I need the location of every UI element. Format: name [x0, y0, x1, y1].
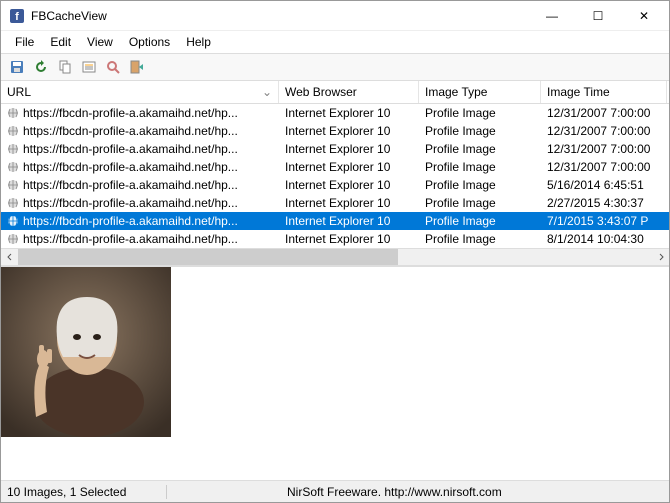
cell-browser: Internet Explorer 10 [279, 196, 419, 210]
cell-url: https://fbcdn-profile-a.akamaihd.net/hp.… [1, 142, 279, 156]
app-icon: f [9, 8, 25, 24]
cell-type: Profile Image [419, 106, 541, 120]
statusbar: 10 Images, 1 Selected NirSoft Freeware. … [1, 480, 669, 502]
column-header-type[interactable]: Image Type [419, 81, 541, 103]
maximize-icon: ☐ [593, 9, 604, 23]
cell-time: 12/31/2007 7:00:00 [541, 142, 667, 156]
menu-view[interactable]: View [79, 33, 121, 51]
refresh-button[interactable] [31, 57, 51, 77]
cell-time: 2/27/2015 4:30:37 [541, 196, 667, 210]
menu-help[interactable]: Help [178, 33, 219, 51]
cell-type: Profile Image [419, 124, 541, 138]
cell-url: https://fbcdn-profile-a.akamaihd.net/hp.… [1, 196, 279, 210]
column-label: Web Browser [285, 85, 357, 99]
close-button[interactable]: ✕ [621, 1, 667, 31]
cell-url: https://fbcdn-profile-a.akamaihd.net/hp.… [1, 106, 279, 120]
table-row[interactable]: https://fbcdn-profile-a.akamaihd.net/hp.… [1, 194, 669, 212]
cell-type: Profile Image [419, 196, 541, 210]
cell-url: https://fbcdn-profile-a.akamaihd.net/hp.… [1, 124, 279, 138]
cell-time: 7/1/2015 3:43:07 P [541, 214, 667, 228]
close-icon: ✕ [639, 9, 649, 23]
minimize-icon: — [546, 9, 558, 23]
status-selection: 10 Images, 1 Selected [7, 485, 167, 499]
table-row[interactable]: https://fbcdn-profile-a.akamaihd.net/hp.… [1, 122, 669, 140]
status-credits: NirSoft Freeware. http://www.nirsoft.com [167, 485, 663, 499]
svg-text:f: f [15, 11, 19, 23]
rows-container: https://fbcdn-profile-a.akamaihd.net/hp.… [1, 104, 669, 248]
cell-type: Profile Image [419, 160, 541, 174]
toolbar [1, 54, 669, 81]
column-headers: URL ⌄ Web Browser Image Type Image Time [1, 81, 669, 104]
cell-browser: Internet Explorer 10 [279, 214, 419, 228]
cell-url: https://fbcdn-profile-a.akamaihd.net/hp.… [1, 214, 279, 228]
column-label: URL [7, 85, 31, 99]
cell-type: Profile Image [419, 214, 541, 228]
scroll-thumb[interactable] [18, 249, 398, 266]
cell-time: 8/1/2014 10:04:30 [541, 232, 667, 246]
minimize-button[interactable]: — [529, 1, 575, 31]
titlebar: f FBCacheView — ☐ ✕ [1, 1, 669, 31]
menu-options[interactable]: Options [121, 33, 178, 51]
table-row[interactable]: https://fbcdn-profile-a.akamaihd.net/hp.… [1, 230, 669, 248]
maximize-button[interactable]: ☐ [575, 1, 621, 31]
table-row[interactable]: https://fbcdn-profile-a.akamaihd.net/hp.… [1, 158, 669, 176]
listview: URL ⌄ Web Browser Image Type Image Time … [1, 81, 669, 265]
cell-url: https://fbcdn-profile-a.akamaihd.net/hp.… [1, 232, 279, 246]
exit-button[interactable] [127, 57, 147, 77]
column-header-url[interactable]: URL ⌄ [1, 81, 279, 103]
scroll-left-arrow[interactable] [1, 249, 18, 266]
properties-button[interactable] [79, 57, 99, 77]
cell-browser: Internet Explorer 10 [279, 124, 419, 138]
table-row[interactable]: https://fbcdn-profile-a.akamaihd.net/hp.… [1, 104, 669, 122]
cell-time: 5/16/2014 6:45:51 [541, 178, 667, 192]
cell-url: https://fbcdn-profile-a.akamaihd.net/hp.… [1, 178, 279, 192]
cell-type: Profile Image [419, 142, 541, 156]
cell-browser: Internet Explorer 10 [279, 142, 419, 156]
column-header-browser[interactable]: Web Browser [279, 81, 419, 103]
column-label: Image Time [547, 85, 610, 99]
menu-file[interactable]: File [7, 33, 42, 51]
cell-browser: Internet Explorer 10 [279, 160, 419, 174]
menubar: File Edit View Options Help [1, 31, 669, 54]
cell-type: Profile Image [419, 178, 541, 192]
cell-browser: Internet Explorer 10 [279, 106, 419, 120]
cell-time: 12/31/2007 7:00:00 [541, 160, 667, 174]
preview-pane [1, 265, 669, 480]
sort-icon: ⌄ [262, 85, 272, 99]
scroll-right-arrow[interactable] [652, 249, 669, 266]
scroll-track[interactable] [18, 249, 652, 266]
preview-image [1, 267, 171, 437]
cell-type: Profile Image [419, 232, 541, 246]
save-button[interactable] [7, 57, 27, 77]
table-row[interactable]: https://fbcdn-profile-a.akamaihd.net/hp.… [1, 140, 669, 158]
window-title: FBCacheView [31, 9, 529, 23]
table-row[interactable]: https://fbcdn-profile-a.akamaihd.net/hp.… [1, 212, 669, 230]
cell-browser: Internet Explorer 10 [279, 232, 419, 246]
cell-browser: Internet Explorer 10 [279, 178, 419, 192]
cell-url: https://fbcdn-profile-a.akamaihd.net/hp.… [1, 160, 279, 174]
column-header-time[interactable]: Image Time [541, 81, 667, 103]
column-label: Image Type [425, 85, 487, 99]
menu-edit[interactable]: Edit [42, 33, 79, 51]
cell-time: 12/31/2007 7:00:00 [541, 106, 667, 120]
horizontal-scrollbar[interactable] [1, 248, 669, 265]
find-button[interactable] [103, 57, 123, 77]
cell-time: 12/31/2007 7:00:00 [541, 124, 667, 138]
table-row[interactable]: https://fbcdn-profile-a.akamaihd.net/hp.… [1, 176, 669, 194]
copy-button[interactable] [55, 57, 75, 77]
